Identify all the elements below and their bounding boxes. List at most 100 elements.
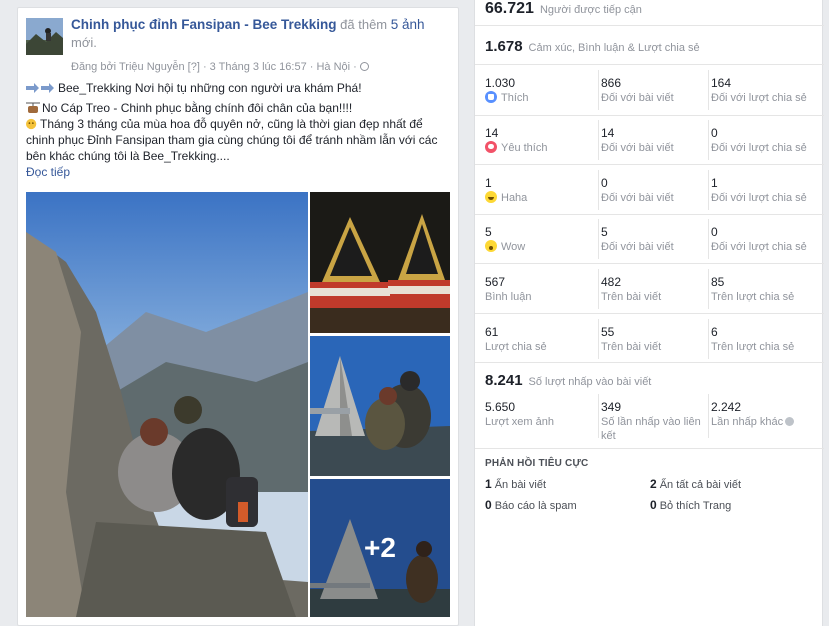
shares-shares-cell: 6 Trên lượt chia sẻ bbox=[708, 319, 818, 359]
post-clicks-row: 5.650 Lượt xem ảnh 349 Số lần nhấp vào l… bbox=[475, 394, 824, 442]
love-total-cell: 14 Yêu thích bbox=[483, 120, 587, 160]
photo-views-cell: 5.650 Lượt xem ảnh bbox=[483, 394, 587, 438]
photo-main[interactable] bbox=[26, 192, 308, 617]
love-label: Yêu thích bbox=[501, 142, 548, 154]
more-photos-count[interactable]: +2 bbox=[310, 479, 450, 617]
engagement-label: Cảm xúc, Bình luận & Lượt chia sẻ bbox=[528, 42, 700, 54]
post-action-text: đã thêm bbox=[340, 17, 388, 32]
divider bbox=[475, 362, 824, 363]
reaction-row-wow: 5 Wow 5 Đối với bài viết 0 Đối với lượt … bbox=[475, 219, 824, 268]
love-icon bbox=[485, 141, 497, 153]
comments-on-shares-label: Trên lượt chia sẻ bbox=[711, 291, 795, 303]
comments-on-shares: 85 bbox=[711, 275, 725, 289]
divider bbox=[475, 313, 824, 314]
shares-total: 61 bbox=[485, 325, 499, 339]
shares-on-shares: 6 bbox=[711, 325, 718, 339]
like-on-post-label: Đối với bài viết bbox=[601, 92, 674, 104]
wow-label: Wow bbox=[501, 241, 526, 253]
like-total: 1.030 bbox=[485, 76, 516, 90]
like-total-cell: 1.030 Thích bbox=[483, 70, 587, 110]
post-body: Bee_Trekking Nơi hội tụ những con người … bbox=[26, 80, 454, 180]
post-header: Chinh phục đỉnh Fansipan - Bee Trekking … bbox=[26, 16, 456, 76]
wow-shares-cell: 0 Đối với lượt chia sẻ bbox=[708, 219, 818, 259]
read-more-link[interactable]: Đọc tiếp bbox=[26, 164, 454, 180]
other-clicks-label-wrap: Lần nhấp khác bbox=[711, 415, 818, 429]
wow-on-post: 5 bbox=[601, 225, 608, 239]
hide-all-posts-item: 2 Ẩn tất cả bài viết bbox=[650, 477, 741, 491]
like-label-wrap: Thích bbox=[485, 91, 587, 105]
unlike-page-value: 0 bbox=[650, 498, 657, 512]
unlike-page-item: 0 Bỏ thích Trang bbox=[650, 498, 731, 512]
arrow-right-icon bbox=[26, 83, 54, 93]
post-line-3-text: Tháng 3 tháng của mùa hoa đỗ quyên nở, c… bbox=[26, 117, 438, 163]
haha-label-wrap: Haha bbox=[485, 191, 587, 205]
divider bbox=[475, 64, 824, 65]
love-label-wrap: Yêu thích bbox=[485, 141, 587, 155]
haha-on-post: 0 bbox=[601, 176, 608, 190]
photo-summit-couple[interactable] bbox=[310, 336, 450, 476]
shares-label: Lượt chia sẻ bbox=[485, 341, 547, 353]
haha-post-cell: 0 Đối với bài viết bbox=[598, 170, 702, 210]
love-on-shares: 0 bbox=[711, 126, 718, 140]
like-post-cell: 866 Đối với bài viết bbox=[598, 70, 702, 110]
haha-on-post-label: Đối với bài viết bbox=[601, 192, 674, 204]
haha-icon bbox=[485, 191, 497, 203]
photo-views-label: Lượt xem ảnh bbox=[485, 416, 554, 428]
comments-total-cell: 567 Bình luận bbox=[483, 269, 587, 309]
wow-label-wrap: Wow bbox=[485, 240, 587, 254]
divider bbox=[475, 25, 824, 26]
page-avatar[interactable] bbox=[26, 18, 63, 55]
hide-all-posts-label: Ẩn tất cả bài viết bbox=[659, 479, 742, 491]
cable-car-icon bbox=[26, 102, 40, 113]
comments-post-cell: 482 Trên bài viết bbox=[598, 269, 702, 309]
shares-total-cell: 61 Lượt chia sẻ bbox=[483, 319, 587, 359]
divider bbox=[475, 115, 824, 116]
photo-grid: +2 bbox=[26, 192, 450, 617]
shares-on-shares-label: Trên lượt chia sẻ bbox=[711, 341, 795, 353]
divider bbox=[475, 448, 824, 449]
wow-post-cell: 5 Đối với bài viết bbox=[598, 219, 702, 259]
comments-total: 567 bbox=[485, 275, 506, 289]
like-on-shares: 164 bbox=[711, 76, 732, 90]
post-line-3: Tháng 3 tháng của mùa hoa đỗ quyên nở, c… bbox=[26, 116, 454, 164]
report-spam-item: 0 Báo cáo là spam bbox=[485, 498, 577, 512]
unlike-page-label: Bỏ thích Trang bbox=[659, 500, 732, 512]
comments-row: 567 Bình luận 482 Trên bài viết 85 Trên … bbox=[475, 269, 824, 318]
post-line-2-text: No Cáp Treo - Chinh phục bằng chính đôi … bbox=[42, 101, 353, 115]
post-card: Chinh phục đỉnh Fansipan - Bee Trekking … bbox=[17, 7, 459, 626]
report-spam-value: 0 bbox=[485, 498, 492, 512]
negative-feedback-title: PHẢN HỒI TIÊU CỰC bbox=[485, 458, 589, 469]
photo-count-link[interactable]: 5 ảnh bbox=[391, 17, 425, 32]
like-on-shares-label: Đối với lượt chia sẻ bbox=[711, 92, 807, 104]
comments-on-post-label: Trên bài viết bbox=[601, 291, 662, 303]
photo-more[interactable]: +2 bbox=[310, 479, 450, 617]
post-clicks-label: Số lượt nhấp vào bài viết bbox=[528, 376, 652, 388]
hide-all-posts-value: 2 bbox=[650, 477, 657, 491]
reaction-row-love: 14 Yêu thích 14 Đối với bài viết 0 Đối v… bbox=[475, 120, 824, 169]
globe-icon bbox=[359, 62, 369, 71]
reach-value: 66.721 bbox=[485, 0, 534, 17]
shares-on-post: 55 bbox=[601, 325, 615, 339]
haha-total: 1 bbox=[485, 176, 492, 190]
comments-shares-cell: 85 Trên lượt chia sẻ bbox=[708, 269, 818, 309]
shares-row: 61 Lượt chia sẻ 55 Trên bài viết 6 Trên … bbox=[475, 319, 824, 368]
page-name-link[interactable]: Chinh phục đỉnh Fansipan - Bee Trekking bbox=[71, 17, 337, 32]
like-label: Thích bbox=[501, 92, 529, 104]
hide-post-item: 1 Ẩn bài viết bbox=[485, 477, 546, 491]
post-action-tail: mới. bbox=[71, 35, 97, 50]
love-on-post: 14 bbox=[601, 126, 615, 140]
post-clicks-summary: 8.241 Số lượt nhấp vào bài viết bbox=[485, 372, 651, 389]
divider bbox=[475, 214, 824, 215]
info-icon[interactable] bbox=[785, 417, 795, 426]
post-meta-text: Đăng bởi Triệu Nguyễn [?] · 3 Tháng 3 lú… bbox=[71, 61, 357, 73]
like-on-post: 866 bbox=[601, 76, 622, 90]
wow-on-post-label: Đối với bài viết bbox=[601, 241, 674, 253]
photo-views-value: 5.650 bbox=[485, 400, 516, 414]
link-clicks-value: 349 bbox=[601, 400, 622, 414]
photo-trophies[interactable] bbox=[310, 192, 450, 333]
wow-total: 5 bbox=[485, 225, 492, 239]
post-header-text: Chinh phục đỉnh Fansipan - Bee Trekking … bbox=[71, 16, 451, 52]
love-shares-cell: 0 Đối với lượt chia sẻ bbox=[708, 120, 818, 160]
love-post-cell: 14 Đối với bài viết bbox=[598, 120, 702, 160]
like-shares-cell: 164 Đối với lượt chia sẻ bbox=[708, 70, 818, 110]
